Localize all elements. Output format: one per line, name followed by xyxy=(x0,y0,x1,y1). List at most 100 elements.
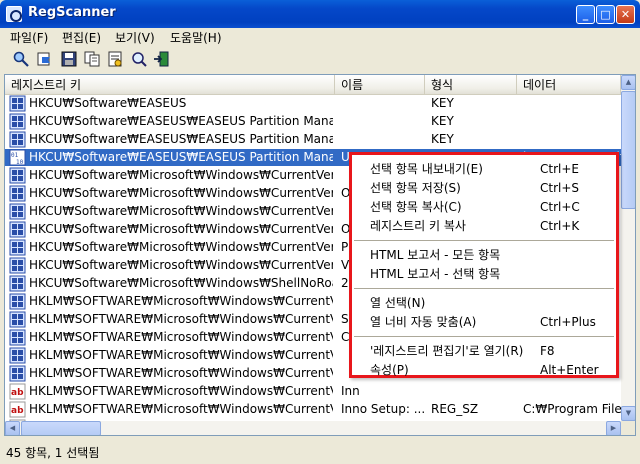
context-menu-item-label: '레지스트리 편집기'로 열기(R) xyxy=(370,344,524,358)
context-menu-item[interactable]: 선택 항목 저장(S) Ctrl+S xyxy=(352,179,616,198)
context-menu-item-label: 선택 항목 저장(S) xyxy=(370,181,461,195)
cell-type: REG_SZ xyxy=(431,402,479,416)
cell-name xyxy=(341,131,425,148)
registry-key-icon xyxy=(9,275,26,292)
horizontal-scrollbar[interactable]: ◀ ▶ xyxy=(5,421,621,435)
context-menu-item[interactable]: '레지스트리 편집기'로 열기(R) F8 xyxy=(352,342,616,361)
context-menu-item-label: 열 너비 자동 맞춤(A) xyxy=(370,315,477,329)
cell-key: HKCU₩Software₩Microsoft₩Windows₩CurrentV… xyxy=(29,258,333,272)
toolbar xyxy=(0,46,640,72)
registry-key-icon xyxy=(9,239,26,256)
find-icon[interactable] xyxy=(130,50,148,68)
svg-text:10: 10 xyxy=(16,159,24,166)
context-menu-item-shortcut: Ctrl+S xyxy=(540,181,580,195)
string-value-icon: ab xyxy=(9,383,26,400)
table-row[interactable]: HKCU₩Software₩EASEUS KEY xyxy=(5,95,621,112)
properties-icon[interactable] xyxy=(106,50,124,68)
menu-edit[interactable]: 편집(E) xyxy=(62,29,101,46)
scroll-left-arrow-icon[interactable]: ◀ xyxy=(5,421,20,435)
copy-icon[interactable] xyxy=(83,50,101,68)
cell-type: KEY xyxy=(431,132,454,146)
minimize-button[interactable]: _ xyxy=(576,5,595,24)
context-menu-item-label: 선택 항목 복사(C) xyxy=(370,200,462,214)
window-title: RegScanner xyxy=(28,5,116,20)
menu-separator xyxy=(354,288,614,289)
menu-separator xyxy=(354,240,614,241)
context-menu-item[interactable]: 열 너비 자동 맞춤(A) Ctrl+Plus xyxy=(352,313,616,332)
svg-text:ab: ab xyxy=(11,388,24,398)
vertical-scrollbar[interactable]: ▲ ▼ xyxy=(621,75,635,421)
cell-key: HKCU₩Software₩Microsoft₩Windows₩CurrentV… xyxy=(29,240,333,254)
column-header-data[interactable]: 데이터 xyxy=(517,75,621,95)
registry-key-icon xyxy=(9,113,26,130)
registry-key-icon xyxy=(9,185,26,202)
context-menu-item[interactable]: 속성(P) Alt+Enter xyxy=(352,361,616,380)
registry-key-icon xyxy=(9,311,26,328)
context-menu-item[interactable]: 레지스트리 키 복사 Ctrl+K xyxy=(352,217,616,236)
cell-key: HKCU₩Software₩Microsoft₩Windows₩CurrentV… xyxy=(29,186,333,200)
list-header: 레지스트리 키 이름 형식 데이터 xyxy=(5,75,621,95)
column-header-type[interactable]: 형식 xyxy=(425,75,517,95)
menu-bar: 파일(F) 편집(E) 보기(V) 도움말(H) xyxy=(0,28,640,46)
registry-key-icon xyxy=(9,329,26,346)
maximize-button[interactable]: □ xyxy=(596,5,615,24)
registry-key-icon xyxy=(9,95,26,112)
vertical-scroll-thumb[interactable] xyxy=(621,91,635,209)
svg-text:01: 01 xyxy=(11,152,19,159)
cell-data: C:₩Program Files₩ xyxy=(523,402,621,416)
close-button[interactable]: ✕ xyxy=(616,5,635,24)
svg-text:ab: ab xyxy=(11,406,24,416)
cell-key: HKCU₩Software₩Microsoft₩Windows₩CurrentV… xyxy=(29,168,333,182)
table-row[interactable]: HKCU₩Software₩EASEUS₩EASEUS Partition Ma… xyxy=(5,113,621,130)
context-menu-item[interactable]: HTML 보고서 - 모든 항목 xyxy=(352,246,616,265)
exit-icon[interactable] xyxy=(152,50,170,68)
context-menu-item[interactable]: HTML 보고서 - 선택 항목 xyxy=(352,265,616,284)
cell-type xyxy=(431,383,517,400)
status-bar: 45 항목, 1 선택됨 xyxy=(0,438,640,464)
cell-key: HKLM₩SOFTWARE₩Microsoft₩Windows₩CurrentV… xyxy=(29,402,333,416)
cell-data xyxy=(523,383,621,400)
context-menu-item[interactable]: 선택 항목 내보내기(E) Ctrl+E xyxy=(352,160,616,179)
cell-key: HKCU₩Software₩Microsoft₩Windows₩ShellNoR… xyxy=(29,276,333,290)
context-menu-item[interactable]: 열 선택(N) xyxy=(352,294,616,313)
open-icon[interactable] xyxy=(36,50,54,68)
save-icon[interactable] xyxy=(60,50,78,68)
context-menu-item-shortcut: Alt+Enter xyxy=(540,363,599,377)
cell-name xyxy=(341,95,425,112)
scroll-down-arrow-icon[interactable]: ▼ xyxy=(621,406,635,421)
context-menu: 선택 항목 내보내기(E) Ctrl+E 선택 항목 저장(S) Ctrl+S 선택 항… xyxy=(349,152,619,378)
registry-key-icon xyxy=(9,167,26,184)
scroll-up-arrow-icon[interactable]: ▲ xyxy=(621,75,635,90)
context-menu-item-shortcut: F8 xyxy=(540,344,555,358)
column-header-name[interactable]: 이름 xyxy=(335,75,425,95)
cell-key: HKCU₩Software₩EASEUS₩EASEUS Partition Ma… xyxy=(29,114,333,128)
table-row[interactable]: ab HKLM₩SOFTWARE₩Microsoft₩Windows₩Curren… xyxy=(5,401,621,418)
cell-key: HKCU₩Software₩EASEUS xyxy=(29,96,187,110)
cell-name: Inno Setup: ... xyxy=(341,402,425,416)
context-menu-item-shortcut: Ctrl+Plus xyxy=(540,315,596,329)
registry-key-icon xyxy=(9,365,26,382)
cell-key: HKLM₩SOFTWARE₩Microsoft₩Windows₩CurrentV… xyxy=(29,384,333,398)
cell-data xyxy=(523,95,621,112)
cell-key: HKCU₩Software₩Microsoft₩Windows₩CurrentV… xyxy=(29,204,333,218)
binary-value-icon: 01 10 xyxy=(9,149,26,166)
string-value-icon: ab xyxy=(9,401,26,418)
registry-key-icon xyxy=(9,131,26,148)
cell-key: HKCU₩Software₩EASEUS₩EASEUS Partition Ma… xyxy=(29,132,333,146)
registry-key-icon xyxy=(9,221,26,238)
registry-key-icon xyxy=(9,293,26,310)
menu-file[interactable]: 파일(F) xyxy=(10,29,48,46)
scroll-right-arrow-icon[interactable]: ▶ xyxy=(606,421,621,435)
table-row[interactable]: HKCU₩Software₩EASEUS₩EASEUS Partition Ma… xyxy=(5,131,621,148)
menu-view[interactable]: 보기(V) xyxy=(115,29,155,46)
registry-key-icon xyxy=(9,347,26,364)
scroll-corner xyxy=(621,421,635,435)
scan-icon[interactable] xyxy=(12,50,30,68)
column-header-key[interactable]: 레지스트리 키 xyxy=(5,75,335,95)
menu-help[interactable]: 도움말(H) xyxy=(170,29,222,46)
context-menu-item-label: HTML 보고서 - 모든 항목 xyxy=(370,248,501,262)
context-menu-item-shortcut: Ctrl+K xyxy=(540,219,580,233)
table-row[interactable]: ab HKLM₩SOFTWARE₩Microsoft₩Windows₩Curren… xyxy=(5,383,621,400)
horizontal-scroll-thumb[interactable] xyxy=(21,421,101,435)
context-menu-item[interactable]: 선택 항목 복사(C) Ctrl+C xyxy=(352,198,616,217)
